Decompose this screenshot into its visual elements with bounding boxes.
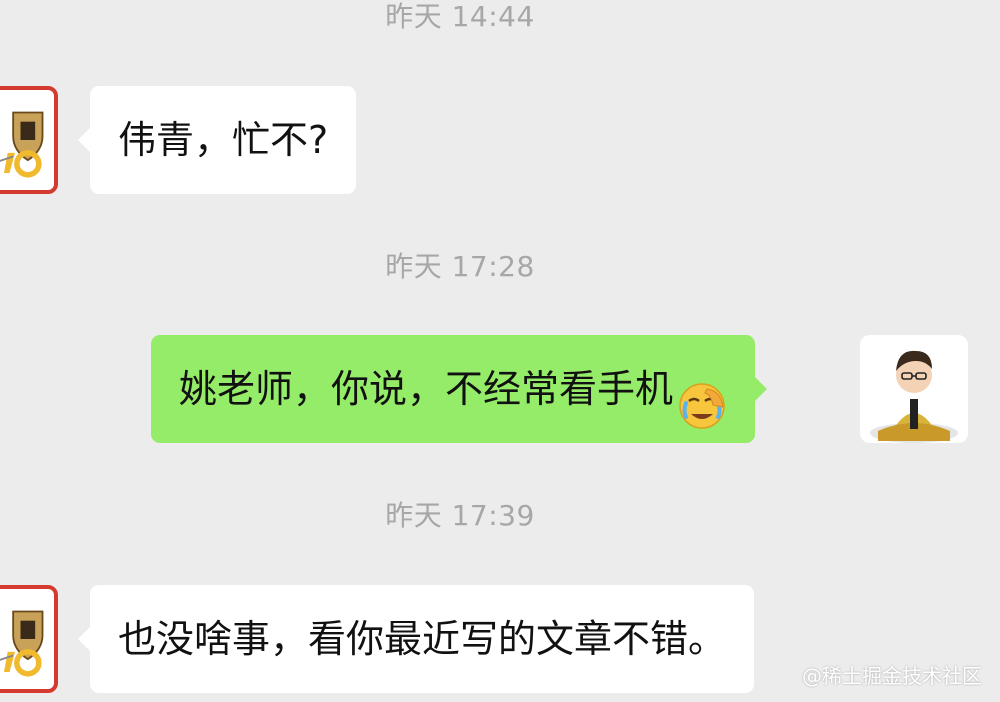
incoming-message-bubble[interactable]: 伟青，忙不?	[77, 86, 357, 194]
message-timestamp: 昨天 17:39	[385, 499, 535, 532]
my-avatar[interactable]	[860, 335, 968, 443]
message-timestamp: 昨天 14:44	[385, 0, 535, 33]
message-timestamp: 昨天 17:28	[385, 250, 535, 283]
message-text: 也没啥事，看你最近写的文章不错。	[118, 617, 727, 661]
message-text: 伟青，忙不?	[118, 118, 329, 162]
message-text: 姚老师，你说，不经常看手机	[179, 367, 674, 411]
contact-avatar[interactable]	[0, 86, 58, 194]
person-meditating-avatar-icon	[860, 335, 968, 443]
porsche-70-avatar-icon	[0, 96, 48, 184]
outgoing-message-bubble[interactable]: 姚老师，你说，不经常看手机	[151, 335, 768, 443]
porsche-70-avatar-icon	[0, 595, 48, 683]
face-palm-crying-emoji	[677, 364, 727, 429]
contact-avatar[interactable]	[0, 585, 58, 693]
watermark: @稀土掘金技术社区	[802, 664, 982, 688]
incoming-message-bubble[interactable]: 也没啥事，看你最近写的文章不错。	[77, 585, 755, 693]
